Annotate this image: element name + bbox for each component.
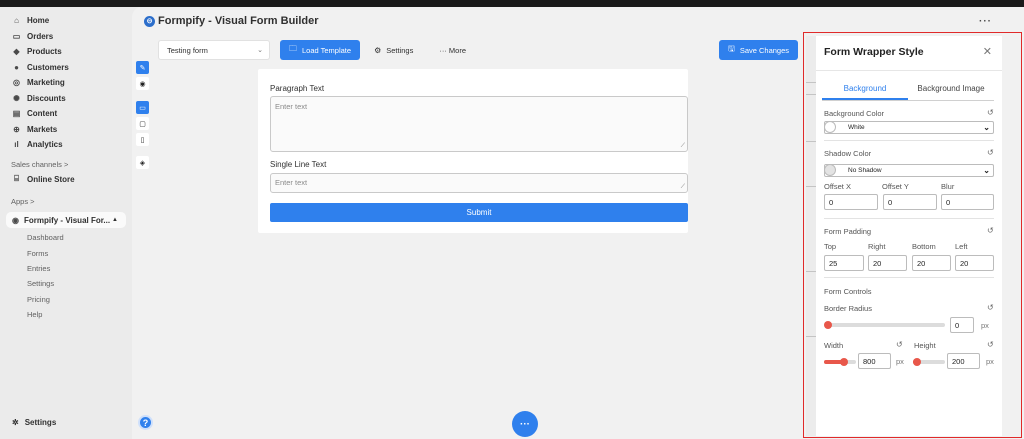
settings-button[interactable]: ⚙ Settings [364,40,423,60]
sales-channels-label[interactable]: Sales channels > [0,158,132,172]
question-icon: ? [142,417,149,428]
form-select[interactable]: Testing form ⌄ [158,40,270,60]
browser-top-bar [0,0,1024,7]
sidebar-item-discounts[interactable]: ✺ Discounts [0,91,132,107]
folder-icon: 🗀 [289,44,297,53]
floating-action-button[interactable]: ··· [512,411,538,437]
sidebar-item-home[interactable]: ⌂ Home [0,13,132,29]
desktop-icon: ▭ [139,104,146,112]
sidebar-item-orders[interactable]: ▭ Orders [0,29,132,45]
sidebar-sub-entries[interactable]: Entries [0,261,132,276]
sidebar-item-products[interactable]: ◆ Products [0,44,132,60]
load-template-button[interactable]: 🗀 Load Template [280,40,361,60]
sidebar-item-analytics[interactable]: ıl Analytics [0,137,132,153]
form-canvas: Paragraph Text Enter text ⟋ Single Line … [258,69,688,233]
submit-button[interactable]: Submit [270,203,688,222]
desktop-view-button[interactable]: ▭ [136,101,149,114]
page-title: ⊝ Formpify - Visual Form Builder [144,15,319,27]
sidebar-item-formpify[interactable]: ◉ Formpify - Visual For... ▲ [6,212,126,228]
more-button[interactable]: ··· More [429,40,476,60]
edit-tool-button[interactable]: ✎ [136,61,149,74]
save-changes-button[interactable]: 🖫 Save Changes [719,40,799,60]
sidebar-item-marketing[interactable]: ◎ Marketing [0,75,132,91]
mobile-icon: ▯ [140,136,145,144]
sidebar-sub-pricing[interactable]: Pricing [0,292,132,307]
apps-label[interactable]: Apps > [0,194,132,208]
sidebar-sub-forms[interactable]: Forms [0,245,132,260]
store-icon: ⌸ [14,174,19,184]
gear-icon: ✲ [12,418,19,427]
sidebar-sub-help[interactable]: Help [0,307,132,322]
paragraph-label: Paragraph Text [270,84,325,93]
gear-icon: ⚙ [374,45,382,55]
chevron-down-icon: ⌄ [257,47,263,54]
person-icon: ● [14,62,19,72]
help-button[interactable]: ? [138,415,153,430]
orders-icon: ▭ [12,31,21,41]
admin-sidebar: ⌂ Home ▭ Orders ◆ Products ● Customers ◎ Mark… [0,7,132,439]
sidebar-item-customers[interactable]: ● Customers [0,60,132,76]
resize-grip-icon[interactable]: ⟋ [681,143,685,150]
sidebar-settings[interactable]: ✲ Settings [12,418,56,427]
globe-icon: ⊕ [13,124,20,134]
bar-chart-icon: ıl [14,140,19,150]
app-logo-icon: ⊝ [144,15,155,27]
target-icon: ◎ [13,78,20,88]
tablet-view-button[interactable]: ▢ [136,117,149,130]
preview-tool-button[interactable]: ◉ [136,77,149,90]
discount-icon: ✺ [13,93,20,103]
sidebar-item-content[interactable]: ▤ Content [0,106,132,122]
pin-icon[interactable]: ▲ [112,217,118,223]
paragraph-textarea[interactable]: Enter text ⟋ [270,96,688,152]
panel-highlight-outline [803,32,1022,438]
sidebar-item-markets[interactable]: ⊕ Markets [0,122,132,138]
resize-grip-icon[interactable]: ⟋ [681,184,685,191]
single-line-input[interactable]: Enter text ⟋ [270,173,688,193]
mobile-view-button[interactable]: ▯ [136,133,149,146]
tablet-icon: ▢ [139,120,146,128]
single-line-label: Single Line Text [270,160,327,169]
eye-icon: ◉ [139,80,146,88]
edit-icon: ✎ [139,64,146,72]
builder-side-tools: ✎ ◉ ▭ ▢ ▯ ◈ [136,61,152,172]
app-logo-icon: ◉ [12,215,19,225]
sidebar-item-online-store[interactable]: ⌸ Online Store [0,172,132,188]
sidebar-nav: ⌂ Home ▭ Orders ◆ Products ● Customers ◎ Mark… [0,7,132,153]
more-actions-button[interactable]: ··· [979,16,992,27]
layers-icon: ◈ [139,159,146,167]
ellipsis-icon: ··· [520,418,530,430]
home-icon: ⌂ [14,16,19,26]
sidebar-sub-settings[interactable]: Settings [0,276,132,291]
content-icon: ▤ [12,109,21,119]
save-icon: 🖫 [728,44,735,53]
layers-button[interactable]: ◈ [136,156,149,169]
tag-icon: ◆ [13,47,20,57]
builder-toolbar: Testing form ⌄ 🗀 Load Template ⚙ Settings … [158,40,476,60]
sidebar-sub-dashboard[interactable]: Dashboard [0,230,132,245]
